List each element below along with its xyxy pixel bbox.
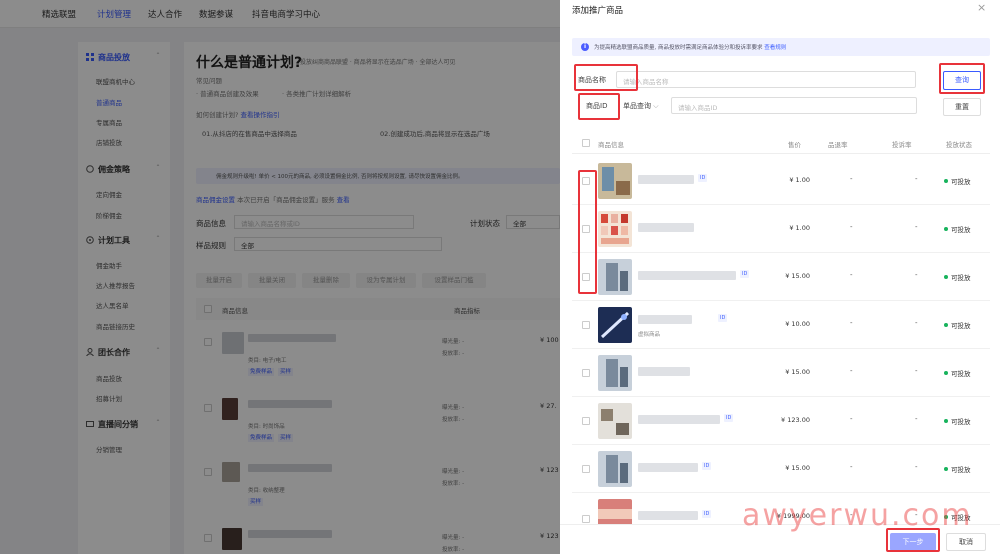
delivery-status: 可投放 [944, 512, 971, 522]
row-checkbox[interactable] [582, 369, 590, 377]
product-thumbnail [598, 403, 632, 439]
product-name [638, 511, 698, 520]
row-checkbox[interactable] [582, 465, 590, 473]
product-price: ¥ 123.00 [781, 416, 810, 424]
product-name [638, 223, 694, 232]
table-row: ID ¥ 1.00 - - 可投放 [572, 157, 990, 205]
col-product-info: 商品信息 [598, 141, 624, 149]
product-price: ¥ 15.00 [785, 272, 810, 280]
product-thumbnail [598, 211, 632, 247]
product-thumbnail [598, 163, 632, 199]
product-name [638, 367, 690, 376]
product-id-tag: ID [724, 414, 734, 422]
product-price: ¥ 1.00 [789, 224, 810, 232]
product-price: ¥ 10.00 [785, 320, 810, 328]
drawer-title: 添加推广商品 [572, 6, 624, 16]
row-checkbox[interactable] [582, 321, 590, 329]
complaint-rate: - [915, 271, 918, 279]
drawer-table-header: 商品信息 售价 品退率 投诉率 投放状态 [572, 132, 990, 154]
quality-tip-message: 为提高精选联盟商品质量, 商品投放时需满足商品体验分和投诉率要求 [594, 45, 763, 51]
delivery-status: 可投放 [944, 224, 971, 234]
delivery-status: 可投放 [944, 368, 971, 378]
return-rate: - [850, 463, 853, 471]
next-step-button[interactable]: 下一步 [890, 533, 936, 551]
table-row: ID ¥ 123.00 - - 可投放 [572, 397, 990, 445]
complaint-rate: - [915, 511, 918, 519]
delivery-status: 可投放 [944, 272, 971, 282]
query-mode-value: 单品查询 [623, 102, 651, 110]
view-rules-link[interactable]: 查看规则 [764, 45, 786, 51]
complaint-rate: - [915, 415, 918, 423]
col-price: 售价 [788, 141, 801, 149]
return-rate: - [850, 415, 853, 423]
return-rate: - [850, 319, 853, 327]
add-product-drawer: 添加推广商品 × i 为提高精选联盟商品质量, 商品投放时需满足商品体验分和投诉… [560, 0, 1000, 554]
table-row: ¥ 15.00 - - 可投放 [572, 349, 990, 397]
product-name-input[interactable]: 请输入商品名称 [616, 71, 916, 88]
product-thumbnail [598, 307, 632, 343]
product-id-tag: ID [740, 270, 750, 278]
col-delivery-status: 投放状态 [946, 141, 972, 149]
select-all-checkbox[interactable] [582, 139, 590, 147]
return-rate: - [850, 271, 853, 279]
product-type: 虚拟商品 [638, 332, 661, 338]
complaint-rate: - [915, 175, 918, 183]
product-name-label: 商品名称 [578, 76, 606, 84]
product-price: ¥ 1999.00 [776, 512, 810, 520]
product-id-tag: ID [702, 462, 712, 470]
product-price: ¥ 15.00 [785, 368, 810, 376]
product-name [638, 463, 698, 472]
product-name [638, 415, 720, 424]
complaint-rate: - [915, 463, 918, 471]
product-thumbnail [598, 451, 632, 487]
complaint-rate: - [915, 367, 918, 375]
query-button[interactable]: 查询 [943, 71, 981, 90]
return-rate: - [850, 367, 853, 375]
col-complaint-rate: 投诉率 [892, 141, 912, 149]
complaint-rate: - [915, 319, 918, 327]
table-row: ID ¥ 15.00 - - 可投放 [572, 445, 990, 493]
product-price: ¥ 15.00 [785, 464, 810, 472]
product-id-tag: ID [698, 174, 708, 182]
product-name [638, 175, 694, 184]
close-icon[interactable]: × [977, 1, 986, 14]
product-name [638, 271, 736, 280]
row-checkbox[interactable] [582, 177, 590, 185]
table-row: ¥ 1.00 - - 可投放 [572, 205, 990, 253]
modal-overlay[interactable] [0, 0, 560, 554]
chevron-down-icon: ⌵ [653, 102, 659, 110]
return-rate: - [850, 511, 853, 519]
table-row: ID ¥ 15.00 - - 可投放 [572, 253, 990, 301]
row-checkbox[interactable] [582, 417, 590, 425]
delivery-status: 可投放 [944, 176, 971, 186]
return-rate: - [850, 223, 853, 231]
info-icon: i [581, 43, 589, 51]
reset-button[interactable]: 重置 [943, 98, 981, 116]
product-thumbnail [598, 355, 632, 391]
product-id-tag: ID [718, 314, 728, 322]
product-id-label: 商品ID [586, 102, 608, 110]
row-checkbox[interactable] [582, 273, 590, 281]
table-row: ID ¥ 1999.00 - - 可投放 [572, 493, 990, 524]
quality-tip: i 为提高精选联盟商品质量, 商品投放时需满足商品体验分和投诉率要求 查看规则 [572, 38, 990, 56]
return-rate: - [850, 175, 853, 183]
row-checkbox[interactable] [582, 225, 590, 233]
delivery-status: 可投放 [944, 416, 971, 426]
quality-tip-text: 为提高精选联盟商品质量, 商品投放时需满足商品体验分和投诉率要求 查看规则 [594, 43, 786, 51]
product-thumbnail [598, 499, 632, 524]
delivery-status: 可投放 [944, 320, 971, 330]
product-id-tag: ID [702, 510, 712, 518]
row-checkbox[interactable] [582, 515, 590, 523]
query-mode-select[interactable]: 单品查询 ⌵ [623, 101, 659, 111]
col-return-rate: 品退率 [828, 141, 848, 149]
product-thumbnail [598, 259, 632, 295]
product-id-input[interactable]: 请输入商品ID [671, 97, 917, 114]
drawer-footer: 下一步 取消 [560, 524, 1000, 554]
product-price: ¥ 1.00 [789, 176, 810, 184]
product-name [638, 315, 692, 324]
delivery-status: 可投放 [944, 464, 971, 474]
table-row: ID 虚拟商品 ¥ 10.00 - - 可投放 [572, 301, 990, 349]
cancel-button[interactable]: 取消 [946, 533, 986, 551]
complaint-rate: - [915, 223, 918, 231]
